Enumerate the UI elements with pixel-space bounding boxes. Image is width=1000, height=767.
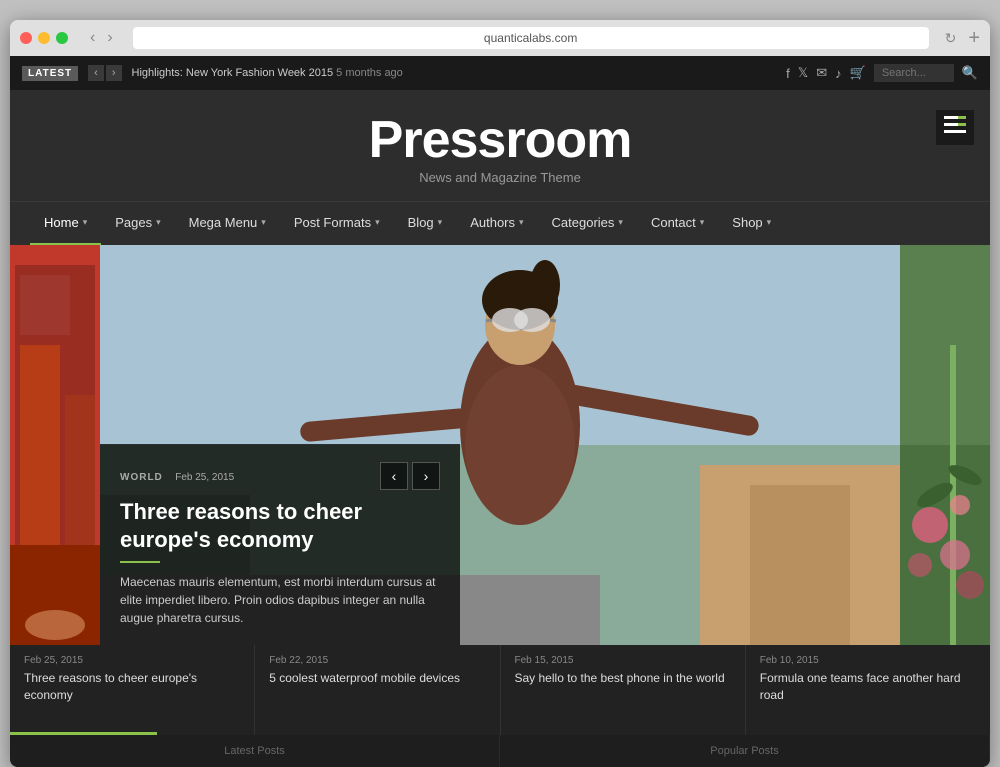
facebook-icon[interactable]: f [786,66,790,81]
traffic-lights [20,32,68,44]
hero-section: WORLD Feb 25, 2015 ‹ › Three reasons to … [10,245,990,645]
nav-contact[interactable]: Contact ▾ [637,202,718,246]
bottom-hints: Latest Posts Popular Posts [10,735,990,767]
nav-categories-arrow: ▾ [618,217,623,228]
address-bar[interactable]: quanticalabs.com [133,27,929,49]
nav-authors-arrow: ▾ [519,217,524,228]
thumbnail-strip: Feb 25, 2015 Three reasons to cheer euro… [10,645,990,735]
social-icons: f 𝕏 ✉ ♪ 🛒 🔍 [786,64,978,82]
close-button[interactable] [20,32,32,44]
thumb-item-2[interactable]: Feb 15, 2015 Say hello to the best phone… [501,645,746,735]
site-wrapper: LATEST ‹ › Highlights: New York Fashion … [10,56,990,767]
thumb-title-3: Formula one teams face another hard road [760,670,976,704]
site-header: Pressroom News and Magazine Theme [10,90,990,201]
thumb-title-1: 5 coolest waterproof mobile devices [269,670,485,687]
latest-label: LATEST [22,66,78,81]
ticker-next[interactable]: › [106,65,122,81]
reload-button[interactable]: ↻ [945,30,957,47]
thumb-item-1[interactable]: Feb 22, 2015 5 coolest waterproof mobile… [255,645,500,735]
twitter-icon[interactable]: 𝕏 [798,65,808,81]
nav-categories[interactable]: Categories ▾ [538,202,637,246]
minimize-button[interactable] [38,32,50,44]
email-icon[interactable]: ✉ [816,65,827,81]
thumb-active-bar [10,732,157,735]
ticker-prev[interactable]: ‹ [88,65,104,81]
forward-button[interactable]: › [103,29,116,47]
url-text: quanticalabs.com [484,31,577,45]
ticker-time: 5 months ago [336,67,403,79]
hint-popular[interactable]: Popular Posts [500,735,990,767]
nav-shop-arrow: ▾ [767,217,772,228]
thumb-title-2: Say hello to the best phone in the world [515,670,731,687]
hero-left-thumb [10,245,100,645]
nav-megamenu[interactable]: Mega Menu ▾ [175,202,280,246]
thumb-item-3[interactable]: Feb 10, 2015 Formula one teams face anot… [746,645,990,735]
ticker-text: Highlights: New York Fashion Week 2015 5… [132,67,777,79]
music-icon[interactable]: ♪ [835,66,842,81]
nav-megamenu-arrow: ▾ [261,217,266,228]
thumb-title-0: Three reasons to cheer europe's economy [24,670,240,704]
browser-nav: ‹ › [86,29,117,47]
nav-pages[interactable]: Pages ▾ [101,202,174,246]
cart-icon[interactable]: 🛒 [850,65,866,81]
nav-home-arrow: ▾ [83,217,88,228]
main-nav: Home ▾ Pages ▾ Mega Menu ▾ Post Formats … [10,201,990,245]
hero-title-underline [120,561,160,563]
thumb-item-0[interactable]: Feb 25, 2015 Three reasons to cheer euro… [10,645,255,735]
menu-icon[interactable] [936,110,974,145]
thumb-date-3: Feb 10, 2015 [760,655,976,666]
new-tab-button[interactable]: + [968,27,980,50]
hero-main: WORLD Feb 25, 2015 ‹ › Three reasons to … [100,245,900,645]
hint-latest[interactable]: Latest Posts [10,735,500,767]
hero-category: WORLD [120,472,163,483]
browser-window: ‹ › quanticalabs.com ↻ + LATEST ‹ › High… [10,20,990,767]
nav-pages-arrow: ▾ [156,217,161,228]
top-bar: LATEST ‹ › Highlights: New York Fashion … [10,56,990,90]
browser-titlebar: ‹ › quanticalabs.com ↻ + [10,20,990,56]
nav-home[interactable]: Home ▾ [30,202,101,246]
nav-contact-arrow: ▾ [700,217,705,228]
nav-postformats[interactable]: Post Formats ▾ [280,202,394,246]
nav-postformats-arrow: ▾ [375,217,380,228]
hero-prev-button[interactable]: ‹ [380,462,408,490]
ticker-nav: ‹ › [88,65,121,81]
thumb-date-2: Feb 15, 2015 [515,655,731,666]
maximize-button[interactable] [56,32,68,44]
back-button[interactable]: ‹ [86,29,99,47]
hero-right-thumb [900,245,990,645]
search-button[interactable]: 🔍 [962,65,978,81]
site-tagline: News and Magazine Theme [10,170,990,185]
hero-controls: ‹ › [380,462,440,490]
nav-authors[interactable]: Authors ▾ [456,202,537,246]
thumb-date-0: Feb 25, 2015 [24,655,240,666]
hero-excerpt: Maecenas mauris elementum, est morbi int… [120,573,440,627]
site-title: Pressroom [10,114,990,166]
hero-next-button[interactable]: › [412,462,440,490]
nav-shop[interactable]: Shop ▾ [718,202,785,246]
hero-title: Three reasons to cheer europe's economy [120,498,440,555]
hero-overlay: WORLD Feb 25, 2015 ‹ › Three reasons to … [100,444,460,645]
nav-blog[interactable]: Blog ▾ [394,202,457,246]
thumb-date-1: Feb 22, 2015 [269,655,485,666]
search-input[interactable] [874,64,954,82]
nav-blog-arrow: ▾ [438,217,443,228]
hero-date: Feb 25, 2015 [175,472,234,483]
